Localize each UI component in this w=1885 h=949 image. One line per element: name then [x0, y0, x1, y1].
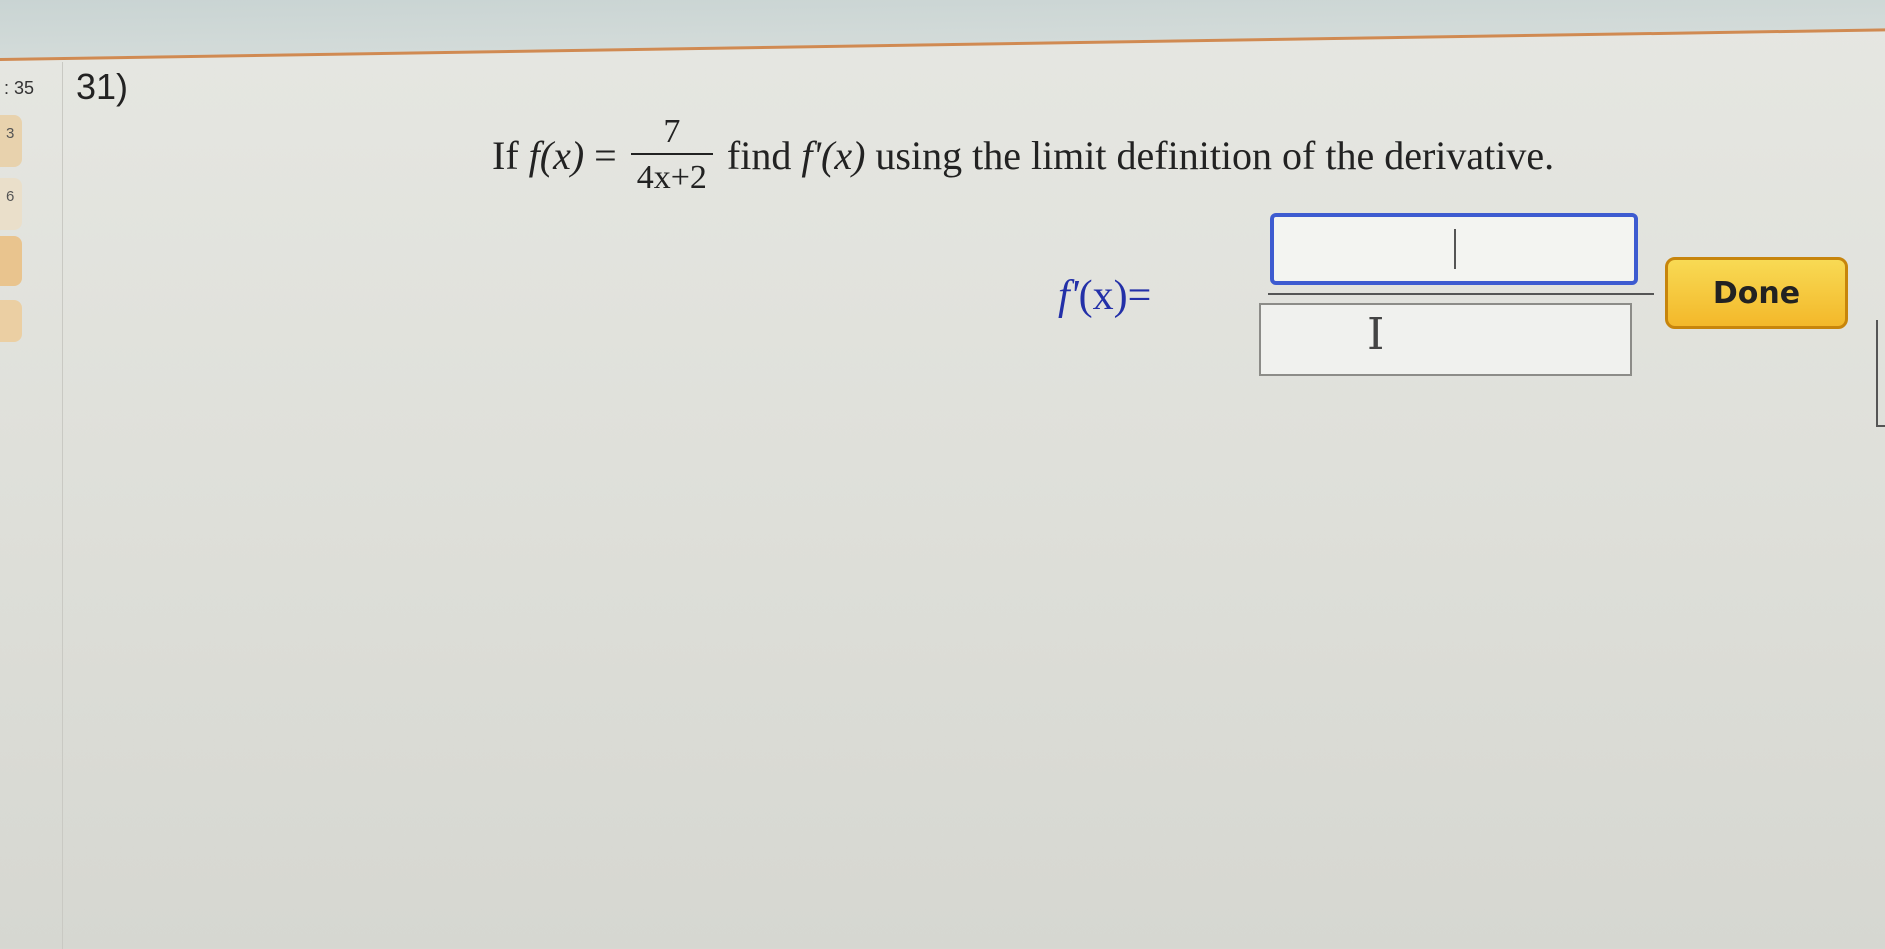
- equals-sign: =: [594, 132, 617, 178]
- question-prompt: If f(x) = 7 4x+2 find f'(x) using the li…: [492, 100, 1554, 210]
- instruction-end: using the limit definition of the deriva…: [875, 132, 1555, 178]
- ibeam-cursor-icon: I: [1367, 309, 1385, 360]
- answer-label-eq: =: [1127, 273, 1152, 319]
- answer-label-arg: (x): [1078, 273, 1128, 319]
- top-toolbar: [0, 0, 1885, 61]
- prompt-prefix: If: [492, 132, 519, 178]
- sidebar-item[interactable]: [0, 236, 22, 286]
- panel-edge: [1876, 320, 1885, 427]
- function-name: f(x): [528, 132, 585, 178]
- fraction-denominator: 4x+2: [630, 153, 713, 197]
- question-index: : 35: [4, 78, 35, 98]
- fraction-numerator: 7: [663, 113, 681, 150]
- answer-fraction-bar: [1268, 293, 1654, 295]
- function-fraction: 7 4x+2: [630, 113, 713, 197]
- sidebar-item[interactable]: [0, 300, 22, 342]
- derivative-name: f'(x): [801, 132, 866, 178]
- sidebar-item-3[interactable]: 3: [0, 115, 22, 167]
- answer-label-fn: f': [1058, 273, 1079, 319]
- text-cursor: [1454, 229, 1456, 269]
- question-number: 31): [76, 66, 129, 107]
- sidebar-item-6[interactable]: 6: [0, 178, 22, 230]
- instruction-start: find: [726, 132, 792, 178]
- done-button[interactable]: Done: [1665, 257, 1848, 329]
- answer-label: f'(x)=: [1058, 272, 1151, 320]
- numerator-input[interactable]: [1270, 213, 1638, 285]
- denominator-input[interactable]: I: [1259, 303, 1632, 376]
